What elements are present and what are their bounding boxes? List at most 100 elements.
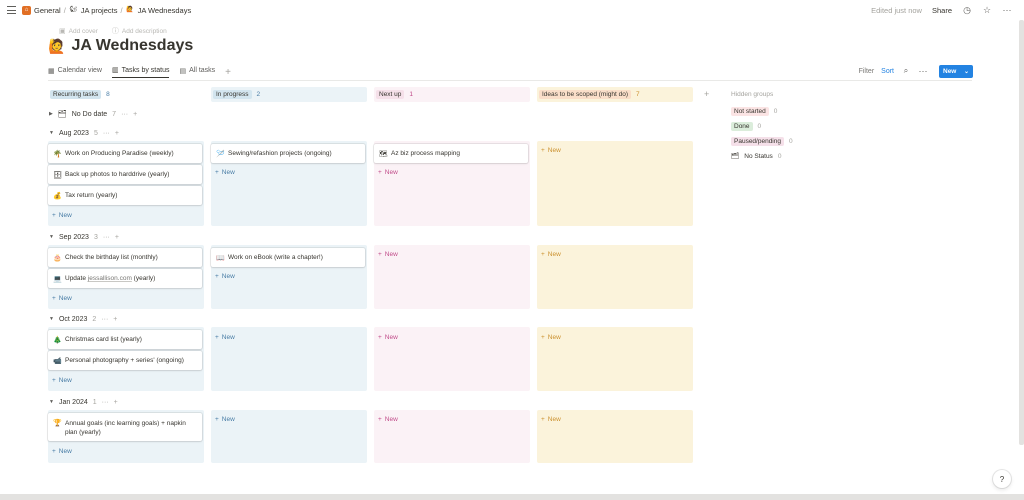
plus-icon: +	[541, 334, 545, 341]
tab-calendar-view[interactable]: ▦ Calendar view	[48, 67, 102, 78]
history-icon[interactable]: ◷	[962, 5, 972, 15]
breadcrumb-separator: /	[63, 6, 66, 15]
share-button[interactable]: Share	[932, 6, 952, 15]
breadcrumb-ja-projects[interactable]: 🐿 JA projects	[69, 6, 117, 15]
new-card-button[interactable]: + New	[52, 295, 72, 302]
group-header-oct-2023[interactable]: ▼ Oct 2023 2 ··· +	[49, 314, 117, 324]
add-icon[interactable]: +	[113, 316, 117, 323]
task-card[interactable]: 📖 Work on eBook (write a chapter!)	[211, 248, 365, 267]
task-card[interactable]: 🗺 Az biz process mapping	[374, 144, 528, 163]
search-icon[interactable]: ⌕	[901, 66, 911, 76]
new-card-button[interactable]: + New	[378, 169, 398, 176]
hidden-group-not-started[interactable]: Not started 0	[731, 107, 777, 116]
more-icon[interactable]: ···	[103, 234, 110, 241]
trophy-icon: 🏆	[53, 420, 62, 427]
sort-button[interactable]: Sort	[881, 68, 894, 75]
new-card-button[interactable]: + New	[52, 212, 72, 219]
more-icon[interactable]: ···	[1002, 5, 1012, 15]
horizontal-scrollbar[interactable]	[0, 494, 1024, 500]
caret-down-icon[interactable]: ▼	[49, 399, 54, 405]
filter-button[interactable]: Filter	[859, 68, 875, 75]
new-label: New	[58, 377, 72, 384]
tab-tasks-by-status[interactable]: ▥ Tasks by status	[111, 66, 170, 78]
new-label: New	[221, 416, 235, 423]
add-cover-button[interactable]: ▣ Add cover	[59, 26, 98, 36]
new-card-button[interactable]: + New	[215, 416, 235, 423]
new-card-button[interactable]: + New	[378, 416, 398, 423]
task-card[interactable]: 🏆 Annual goals (inc learning goals) + nap…	[48, 413, 202, 441]
group-header-no-date[interactable]: ▶ 🗂 No Do date 7 ··· +	[49, 109, 137, 119]
group-count: 7	[112, 110, 117, 118]
caret-right-icon[interactable]: ▶	[49, 111, 53, 117]
new-card-button[interactable]: + New	[52, 377, 72, 384]
column-label: Recurring tasks	[50, 90, 102, 99]
add-view-icon[interactable]: +	[225, 67, 231, 78]
page-title-text[interactable]: JA Wednesdays	[71, 37, 193, 55]
task-card[interactable]: 🎂 Check the birthday list (monthly)	[48, 248, 202, 267]
new-label: New	[547, 147, 561, 154]
add-icon[interactable]: +	[115, 130, 119, 137]
more-icon[interactable]: ···	[103, 130, 110, 137]
new-card-button[interactable]: + New	[541, 416, 561, 423]
more-icon[interactable]: ···	[101, 316, 108, 323]
new-card-button[interactable]: + New	[378, 334, 398, 341]
hidden-group-no-status[interactable]: 🗂 No Status 0	[731, 152, 781, 161]
task-link[interactable]: jessallison.com	[88, 275, 132, 282]
column-header-in-progress[interactable]: In progress 2	[211, 87, 367, 102]
task-card[interactable]: 📹 Personal photography + series' (ongoing…	[48, 351, 202, 370]
task-card[interactable]: 💰 Tax return (yearly)	[48, 186, 202, 205]
breadcrumb-general[interactable]: ⌂ General	[22, 6, 61, 15]
column-header-ideas[interactable]: Ideas to be scoped (might do) 7	[537, 87, 693, 102]
info-icon: ⓘ	[111, 28, 119, 35]
group-header-jan-2024[interactable]: ▼ Jan 2024 1 ··· +	[49, 397, 118, 407]
hidden-group-paused[interactable]: Paused/pending 0	[731, 137, 793, 146]
new-card-button[interactable]: + New	[52, 448, 72, 455]
caret-down-icon[interactable]: ▼	[49, 130, 54, 136]
caret-down-icon[interactable]: ▼	[49, 234, 54, 240]
group-header-sep-2023[interactable]: ▼ Sep 2023 3 ··· +	[49, 232, 119, 242]
task-card[interactable]: 🗄 Back up photos to harddrive (yearly)	[48, 165, 202, 184]
new-label: New	[58, 295, 72, 302]
add-icon[interactable]: +	[115, 234, 119, 241]
task-card[interactable]: 💻 Update jessallison.com (yearly)	[48, 269, 202, 288]
star-icon[interactable]: ☆	[982, 5, 992, 15]
group-count: 3	[93, 233, 98, 241]
tab-all-tasks[interactable]: ▤ All tasks	[179, 67, 215, 78]
calendar-icon: ▦	[48, 67, 55, 75]
new-card-button[interactable]: + New	[378, 251, 398, 258]
new-card-button[interactable]: + New	[215, 169, 235, 176]
chevron-down-icon[interactable]: ⌄	[964, 68, 969, 75]
task-card[interactable]: 🎄 Christmas card list (yearly)	[48, 330, 202, 349]
add-group-icon[interactable]: +	[704, 89, 709, 99]
tray-icon: 🗂	[731, 153, 740, 160]
page-icon[interactable]: 🙋	[48, 38, 65, 55]
new-card-button[interactable]: + New	[541, 251, 561, 258]
task-card[interactable]: 🌴 Work on Producing Paradise (weekly)	[48, 144, 202, 163]
menu-icon[interactable]	[7, 6, 16, 14]
hidden-group-count: 0	[757, 123, 762, 130]
add-description-button[interactable]: ⓘ Add description	[112, 26, 167, 36]
task-card[interactable]: 🪡 Sewing/refashion projects (ongoing)	[211, 144, 365, 163]
new-card-button[interactable]: + New	[215, 273, 235, 280]
add-icon[interactable]: +	[133, 111, 137, 118]
add-icon[interactable]: +	[114, 399, 118, 406]
column-header-next-up[interactable]: Next up 1	[374, 87, 530, 102]
new-button[interactable]: New ⌄	[939, 65, 973, 78]
new-card-button[interactable]: + New	[215, 334, 235, 341]
column-header-recurring[interactable]: Recurring tasks 8	[48, 87, 204, 102]
hidden-group-done[interactable]: Done 0	[731, 122, 761, 131]
more-options-icon[interactable]: ···	[918, 66, 928, 76]
more-icon[interactable]: ···	[102, 399, 109, 406]
plus-icon: +	[378, 334, 382, 341]
more-icon[interactable]: ···	[121, 111, 128, 118]
tab-label: Tasks by status	[121, 66, 170, 74]
new-card-button[interactable]: + New	[541, 147, 561, 154]
task-title: (yearly)	[131, 275, 156, 282]
new-card-button[interactable]: + New	[541, 334, 561, 341]
group-header-aug-2023[interactable]: ▼ Aug 2023 5 ··· +	[49, 128, 119, 138]
breadcrumb-ja-wednesdays[interactable]: 🙋 JA Wednesdays	[126, 6, 191, 15]
vertical-scrollbar[interactable]	[1019, 20, 1024, 445]
help-button[interactable]: ?	[993, 470, 1011, 488]
caret-down-icon[interactable]: ▼	[49, 316, 54, 322]
column-label: Ideas to be scoped (might do)	[539, 90, 631, 99]
